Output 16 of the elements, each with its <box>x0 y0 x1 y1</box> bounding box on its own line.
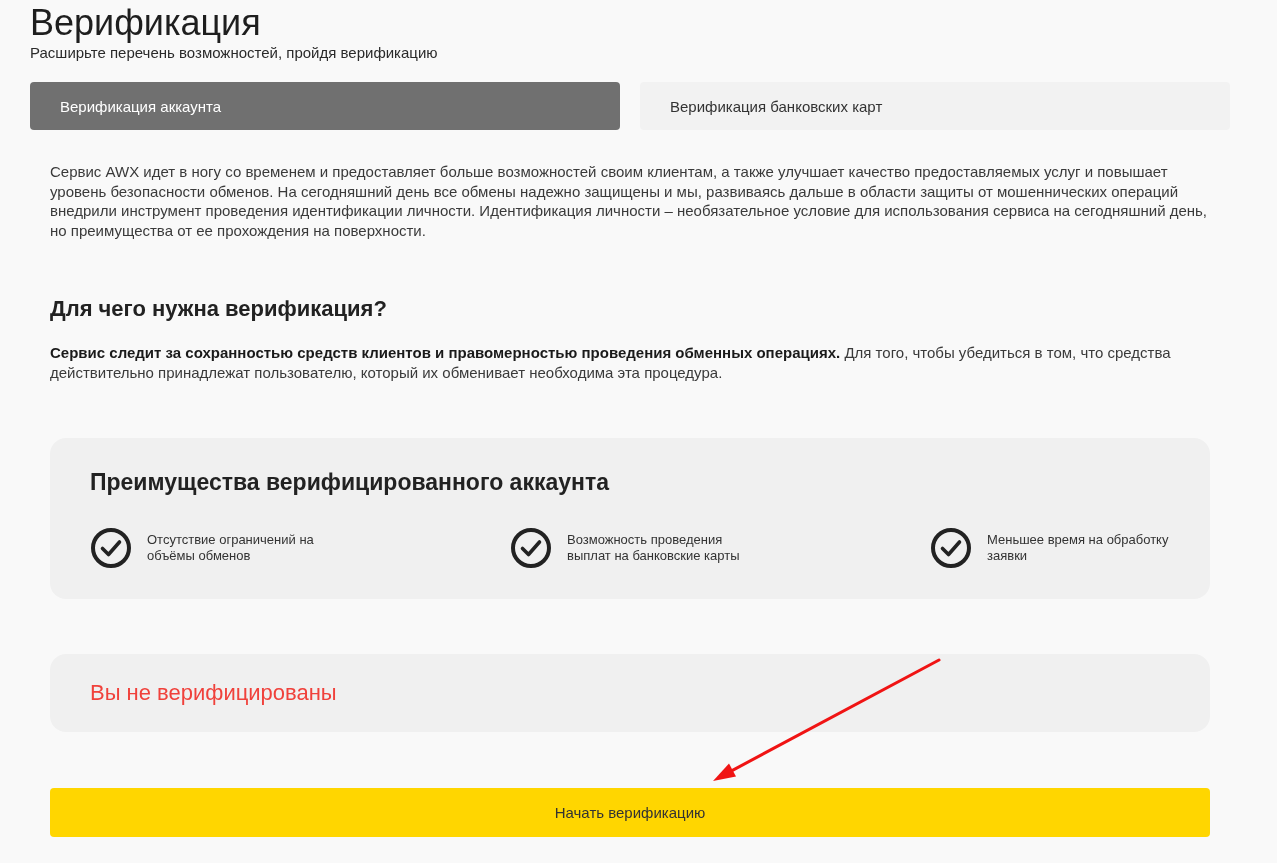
check-circle-icon <box>931 528 971 568</box>
check-circle-icon <box>511 528 551 568</box>
benefit-text: Отсутствие ограничений на объёмы обменов <box>147 532 315 564</box>
status-text: Вы не верифицированы <box>90 679 337 707</box>
page-subtitle: Расширьте перечень возможностей, пройдя верификацию <box>30 44 439 62</box>
benefit-text: Возможность проведения выплат на банковские карты <box>567 532 741 564</box>
tab[interactable]: Верификация аккаунта <box>30 82 620 130</box>
page-title: Верификация <box>30 2 262 44</box>
section-heading: Для чего нужна верификация? <box>50 295 388 323</box>
start-verification-button[interactable]: Начать верификацию <box>50 788 1210 837</box>
card-title: Преимущества верифицированного аккаунта <box>90 468 611 496</box>
tab[interactable]: Верификация банковских карт <box>640 82 1230 130</box>
section-paragraph: Сервис следит за сохранностью средств клиентов и правомерностью проведения обменных операциях. Для того, чтобы убедиться в том, что средства действительно принадлежат пользователю, который их обменивает необходима эта процедура. <box>50 343 1172 383</box>
check-circle-icon <box>91 528 131 568</box>
benefit-text: Меньшее время на обработку заявки <box>987 532 1170 564</box>
intro-paragraph: Сервис AWX идет в ногу со временем и предоставляет больше возможностей своим клиентам, а также улучшает качество предоставляемых услуг и повышает уровень безопасности обменов. На сегодняшний день все обмены надежно защищены и мы, развиваясь дальше в области защиты от мошеннических операций внедрили инструмент проведения идентификации личности. Идентификация личности – необязательное условие для использования сервиса на сегодняшний день, но преимущества от ее прохождения на поверхности. <box>50 162 1209 240</box>
